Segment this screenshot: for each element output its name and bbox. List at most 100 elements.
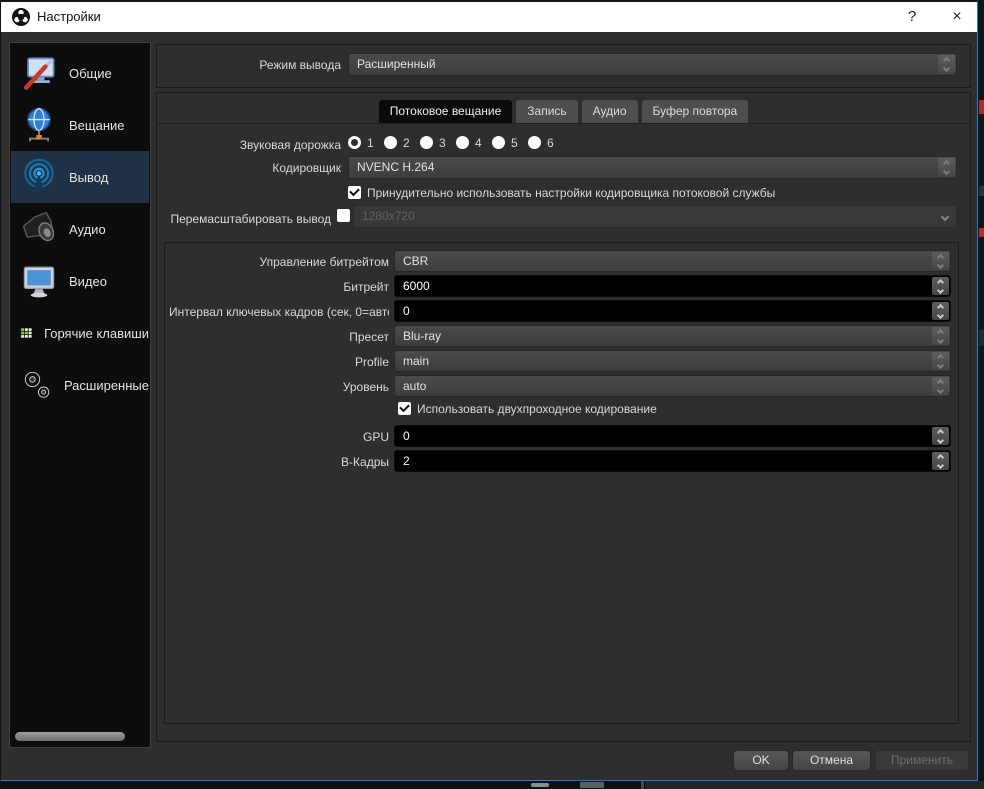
audio-track-radio-5[interactable] xyxy=(492,136,505,149)
keyframe-interval-label: Интервал ключевых кадров (сек, 0=авто) xyxy=(169,301,389,323)
background-fragment xyxy=(979,186,984,196)
keyframe-interval-input[interactable]: 0 xyxy=(394,300,951,322)
video-icon xyxy=(19,261,59,301)
spinner-buttons[interactable] xyxy=(932,377,949,395)
background-fragment xyxy=(979,228,984,237)
sidebar-item-output[interactable]: Вывод xyxy=(11,151,149,203)
gpu-input[interactable]: 0 xyxy=(394,425,951,447)
profile-value: main xyxy=(403,354,429,368)
gpu-value: 0 xyxy=(403,429,410,443)
bitrate-label: Битрейт xyxy=(169,276,389,298)
audio-track-radio-4[interactable] xyxy=(456,136,469,149)
background-fragment xyxy=(580,782,604,788)
tab-streaming[interactable]: Потоковое вещание xyxy=(379,100,513,123)
output-mode-value: Расширенный xyxy=(357,57,436,71)
rescale-label: Перемасштабировать вывод xyxy=(156,208,331,230)
general-icon xyxy=(19,53,59,93)
sidebar-item-label: Видео xyxy=(69,274,107,289)
profile-select[interactable]: main xyxy=(394,350,951,372)
sidebar-item-stream[interactable]: Вещание xyxy=(11,99,149,151)
background-fragment xyxy=(531,783,549,787)
sidebar-item-label: Общие xyxy=(69,66,112,81)
output-tabs: Потоковое вещаниеЗаписьАудиоБуфер повтор… xyxy=(156,100,971,123)
audio-track-radio-6[interactable] xyxy=(528,136,541,149)
tab-replay-buffer[interactable]: Буфер повтора xyxy=(642,100,749,123)
rescale-checkbox[interactable] xyxy=(337,209,350,222)
encoder-value: NVENC H.264 xyxy=(357,160,434,174)
tab-baseline xyxy=(157,123,970,124)
obs-logo-icon xyxy=(11,7,31,27)
audio-track-radio-3[interactable] xyxy=(420,136,433,149)
settings-window: Настройки ? × Общие xyxy=(0,0,978,781)
audio-track-option: 3 xyxy=(439,136,446,150)
enforce-service-checkbox[interactable] xyxy=(348,186,361,199)
two-pass-checkbox[interactable] xyxy=(398,402,411,415)
audio-track-option: 6 xyxy=(547,136,554,150)
tab-recording[interactable]: Запись xyxy=(516,100,577,123)
settings-category-list: Общие Вещание xyxy=(9,42,151,748)
preset-select[interactable]: Blu-ray xyxy=(394,325,951,347)
spinner-buttons[interactable] xyxy=(932,302,949,320)
spinner-buttons[interactable] xyxy=(938,55,955,74)
rescale-resolution-select: 1280x720 xyxy=(353,205,957,228)
sidebar-item-label: Расширенные xyxy=(64,378,149,393)
rate-control-select[interactable]: CBR xyxy=(394,250,951,272)
output-mode-select[interactable]: Расширенный xyxy=(348,53,957,76)
encoder-select[interactable]: NVENC H.264 xyxy=(348,156,957,179)
spinner-buttons[interactable] xyxy=(932,452,949,470)
enforce-service-label: Принудительно использовать настройки код… xyxy=(367,186,775,200)
window-title: Настройки xyxy=(37,2,101,32)
b-frames-label: В-Кадры xyxy=(169,451,389,473)
sidebar-item-label: Вещание xyxy=(69,118,125,133)
gpu-label: GPU xyxy=(169,426,389,448)
background-fragment xyxy=(979,100,984,114)
background-bottom-panel xyxy=(645,781,984,789)
b-frames-value: 2 xyxy=(403,454,410,468)
advanced-icon xyxy=(19,365,54,405)
sidebar-item-label: Вывод xyxy=(69,170,108,185)
dropdown-arrow-icon xyxy=(941,213,949,221)
tab-audio[interactable]: Аудио xyxy=(582,100,638,123)
two-pass-label: Использовать двухпроходное кодирование xyxy=(417,402,657,416)
sidebar-item-general[interactable]: Общие xyxy=(11,47,149,99)
rescale-resolution-value: 1280x720 xyxy=(362,209,415,223)
cancel-button[interactable]: Отмена xyxy=(792,750,871,771)
keyframe-interval-value: 0 xyxy=(403,304,410,318)
stream-icon xyxy=(19,105,59,145)
audio-track-radio-1[interactable] xyxy=(348,136,361,149)
spinner-buttons[interactable] xyxy=(932,277,949,295)
spinner-buttons[interactable] xyxy=(932,327,949,345)
encoder-label: Кодировщик xyxy=(156,157,341,179)
sidebar-horizontal-scrollbar[interactable] xyxy=(15,732,125,741)
help-button[interactable]: ? xyxy=(891,2,933,32)
sidebar-item-label: Аудио xyxy=(69,222,106,237)
audio-track-radio-2[interactable] xyxy=(384,136,397,149)
background-fragment xyxy=(641,781,644,789)
spinner-buttons[interactable] xyxy=(932,352,949,370)
audio-track-label: Звуковая дорожка xyxy=(156,134,341,156)
level-select[interactable]: auto xyxy=(394,375,951,397)
ok-button[interactable]: OK xyxy=(733,750,789,771)
preset-value: Blu-ray xyxy=(403,329,441,343)
audio-track-option: 1 xyxy=(367,136,374,150)
sidebar-item-audio[interactable]: Аудио xyxy=(11,203,149,255)
spinner-buttons[interactable] xyxy=(938,158,955,177)
output-icon xyxy=(19,157,59,197)
bitrate-input[interactable]: 6000 xyxy=(394,275,951,297)
sidebar-item-video[interactable]: Видео xyxy=(11,255,149,307)
sidebar-item-advanced[interactable]: Расширенные xyxy=(11,359,149,411)
audio-track-option: 4 xyxy=(475,136,482,150)
level-label: Уровень xyxy=(169,376,389,398)
sidebar-item-hotkeys[interactable]: Горячие клавиши xyxy=(11,307,149,359)
profile-label: Profile xyxy=(169,351,389,373)
bitrate-value: 6000 xyxy=(403,279,430,293)
b-frames-input[interactable]: 2 xyxy=(394,450,951,472)
apply-button[interactable]: Применить xyxy=(875,750,969,771)
rate-control-label: Управление битрейтом xyxy=(169,251,389,273)
audio-track-option: 5 xyxy=(511,136,518,150)
output-mode-label: Режим вывода xyxy=(156,54,341,76)
close-button[interactable]: × xyxy=(935,2,979,32)
rate-control-value: CBR xyxy=(403,254,428,268)
spinner-buttons[interactable] xyxy=(932,427,949,445)
spinner-buttons[interactable] xyxy=(932,252,949,270)
